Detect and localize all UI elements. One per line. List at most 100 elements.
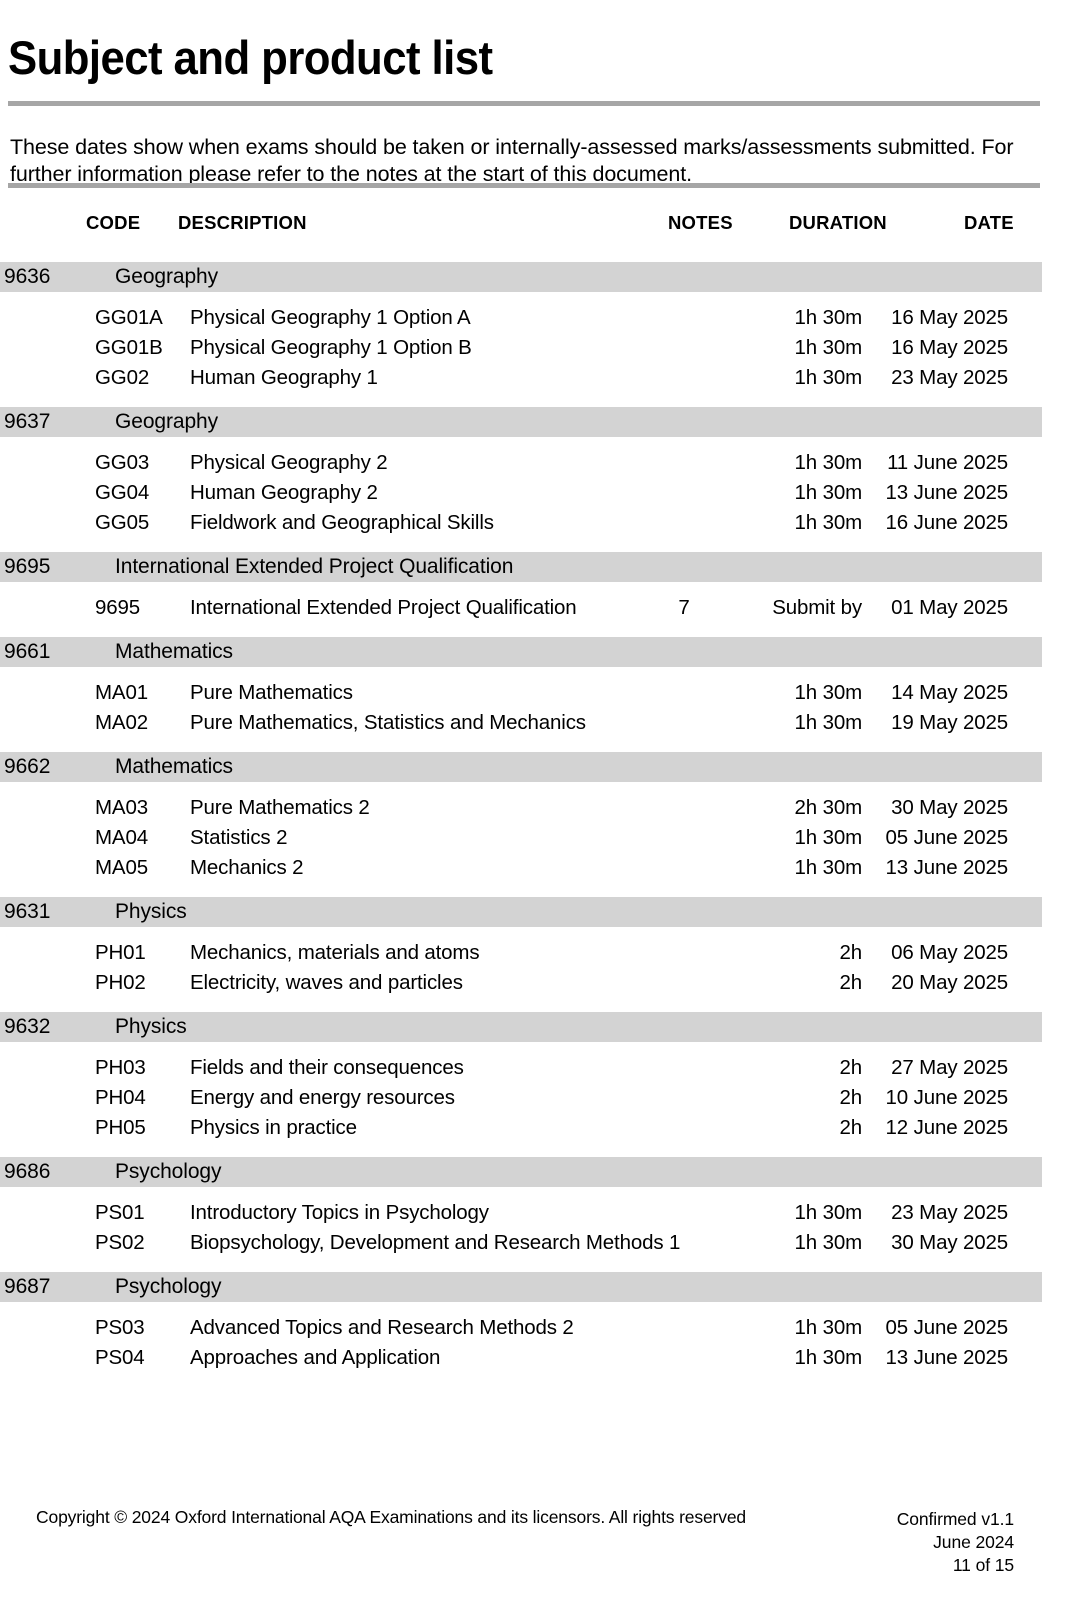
product-code: MA05 [95,856,148,879]
product-description: Fields and their consequences [190,1056,464,1079]
product-description: Electricity, waves and particles [190,971,463,994]
subject-group: 9661 Mathematics MA01 Pure Mathematics 1h 30… [0,637,1080,752]
product-code: GG03 [95,451,150,474]
product-date: 13 June 2025 [885,1346,1009,1369]
table-row: PS02 Biopsychology, Development and Resea… [0,1231,1080,1261]
table-row: GG01A Physical Geography 1 Option A 1h 30m… [0,306,1080,336]
table-row: PS03 Advanced Topics and Research Methods… [0,1316,1080,1346]
product-duration: 1h 30m [794,1316,863,1339]
section-code: 9636 [4,265,51,288]
table-row: PS04 Approaches and Application 1h 30m 13 J… [0,1346,1080,1376]
table-row: MA04 Statistics 2 1h 30m 05 June 2025 [0,826,1080,856]
table-row: GG01B Physical Geography 1 Option B 1h 30m… [0,336,1080,366]
table-row: PH04 Energy and energy resources 2h 10 June… [0,1086,1080,1116]
divider-bottom [8,183,1040,188]
product-code: MA01 [95,681,148,704]
subject-group: 9636 Geography GG01A Physical Geography 1 O… [0,262,1080,407]
table-row: 9695 International Extended Project Quali… [0,596,1080,626]
product-date: 13 June 2025 [885,856,1009,879]
product-duration: 1h 30m [794,1231,863,1254]
product-description: Human Geography 1 [190,366,378,389]
footer-copyright: Copyright © 2024 Oxford International AQ… [36,1507,747,1527]
table-row: GG05 Fieldwork and Geographical Skills 1h … [0,511,1080,541]
subject-group: 9695 International Extended Project Quali… [0,552,1080,637]
section-name: International Extended Project Qualifica… [115,555,514,578]
section-header-row: 9662 Mathematics [0,752,1042,782]
product-code: GG05 [95,511,150,534]
product-code: PH03 [95,1056,146,1079]
subject-product-table: 9636 Geography GG01A Physical Geography 1 O… [0,262,1080,1387]
table-row: PS01 Introductory Topics in Psychology 1h … [0,1201,1080,1231]
product-duration: 1h 30m [794,336,863,359]
section-rows: GG01A Physical Geography 1 Option A 1h 30m… [0,292,1080,407]
table-row: MA02 Pure Mathematics, Statistics and Mec… [0,711,1080,741]
product-date: 23 May 2025 [891,1201,1008,1224]
section-name: Mathematics [115,640,233,663]
product-date: 14 May 2025 [891,681,1008,704]
product-date: 01 May 2025 [891,596,1008,619]
section-code: 9695 [4,555,51,578]
product-date: 13 June 2025 [885,481,1009,504]
subject-group: 9662 Mathematics MA03 Pure Mathematics 2 2h … [0,752,1080,897]
page-title: Subject and product list [8,31,493,85]
product-date: 11 June 2025 [887,451,1008,474]
product-description: Mechanics, materials and atoms [190,941,480,964]
section-rows: PS03 Advanced Topics and Research Methods… [0,1302,1080,1387]
product-code: GG01B [95,336,163,359]
product-date: 05 June 2025 [885,1316,1009,1339]
product-description: Statistics 2 [190,826,288,849]
product-code: MA03 [95,796,148,819]
product-code: PS02 [95,1231,145,1254]
column-header-duration: DURATION [789,212,887,233]
column-header-code: CODE [86,212,141,233]
product-description: Pure Mathematics [190,681,353,704]
section-rows: MA01 Pure Mathematics 1h 30m 14 May 2025 MA0… [0,667,1080,752]
subject-group: 9687 Psychology PS03 Advanced Topics and Re… [0,1272,1080,1387]
product-date: 20 May 2025 [891,971,1008,994]
section-rows: PH03 Fields and their consequences 2h 27 Ma… [0,1042,1080,1157]
product-date: 16 May 2025 [891,306,1008,329]
table-row: PH01 Mechanics, materials and atoms 2h 06 M… [0,941,1080,971]
product-date: 30 May 2025 [891,796,1008,819]
table-row: GG04 Human Geography 2 1h 30m 13 June 2025 [0,481,1080,511]
footer-date: June 2024 [933,1532,1014,1552]
section-code: 9687 [4,1275,51,1298]
product-code: PH01 [95,941,146,964]
product-duration: 1h 30m [794,711,863,734]
column-header-description: DESCRIPTION [178,212,307,233]
product-date: 23 May 2025 [891,366,1008,389]
product-description: Fieldwork and Geographical Skills [190,511,494,534]
footer-version: Confirmed v1.1 [896,1509,1014,1529]
divider-top [8,101,1040,106]
table-row: GG03 Physical Geography 2 1h 30m 11 June 20… [0,451,1080,481]
product-description: Physics in practice [190,1116,357,1139]
section-code: 9637 [4,410,51,433]
section-code: 9686 [4,1160,51,1183]
product-code: GG01A [95,306,163,329]
product-date: 19 May 2025 [891,711,1008,734]
product-duration: 1h 30m [794,366,863,389]
section-code: 9661 [4,640,51,663]
product-date: 05 June 2025 [885,826,1009,849]
product-description: Approaches and Application [190,1346,441,1369]
product-code: GG04 [95,481,150,504]
product-code: 9695 [95,596,141,619]
product-duration: 1h 30m [794,1201,863,1224]
section-rows: 9695 International Extended Project Quali… [0,582,1080,637]
product-date: 27 May 2025 [891,1056,1008,1079]
product-description: Advanced Topics and Research Methods 2 [190,1316,574,1339]
product-duration: 1h 30m [794,681,863,704]
table-row: PH03 Fields and their consequences 2h 27 Ma… [0,1056,1080,1086]
section-header-row: 9686 Psychology [0,1157,1042,1187]
subject-group: 9632 Physics PH03 Fields and their conseque… [0,1012,1080,1157]
product-code: MA02 [95,711,148,734]
product-duration: 1h 30m [794,511,863,534]
product-description: Human Geography 2 [190,481,378,504]
product-duration: 1h 30m [794,306,863,329]
product-description: Biopsychology, Development and Research … [190,1231,681,1254]
product-code: PH02 [95,971,146,994]
table-row: MA05 Mechanics 2 1h 30m 13 June 2025 [0,856,1080,886]
section-rows: GG03 Physical Geography 2 1h 30m 11 June 20… [0,437,1080,552]
product-duration: 1h 30m [794,1346,863,1369]
subject-group: 9686 Psychology PS01 Introductory Topics in… [0,1157,1080,1272]
